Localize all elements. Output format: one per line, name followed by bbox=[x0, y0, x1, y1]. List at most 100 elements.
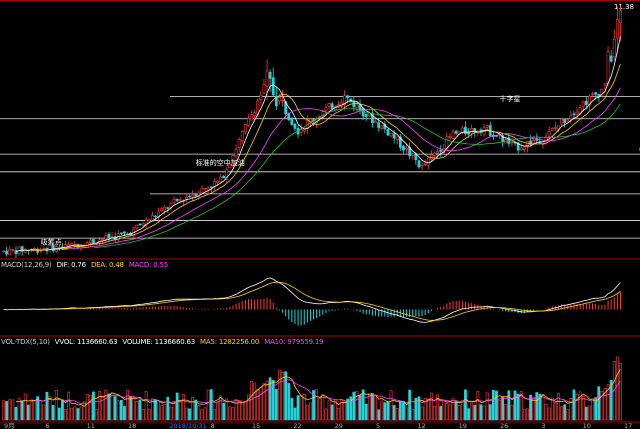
candle-body bbox=[553, 127, 557, 129]
volume-bar bbox=[467, 408, 470, 421]
volume-bar bbox=[234, 398, 238, 421]
x-axis-label: 8 bbox=[211, 422, 215, 429]
volume-bar bbox=[479, 404, 483, 421]
volume-bar bbox=[457, 405, 461, 421]
candle-body bbox=[609, 55, 613, 62]
candle-body bbox=[433, 152, 436, 156]
volume-bar bbox=[383, 402, 387, 421]
candle-body bbox=[603, 83, 607, 86]
candle-body bbox=[119, 232, 123, 234]
x-axis-labels: 9月 6 11 18 2018/10/31 8 15 22 29 5 12 19 26 3 10 17 bbox=[4, 422, 632, 429]
volume-bar bbox=[23, 393, 27, 421]
volume-bar bbox=[45, 391, 49, 421]
candle-body bbox=[234, 148, 238, 157]
x-axis-label: 6 bbox=[45, 422, 49, 429]
candle-body bbox=[92, 239, 95, 243]
volume-bar bbox=[336, 408, 340, 421]
volume-bar bbox=[228, 406, 232, 421]
candle-body bbox=[222, 175, 226, 179]
candle-body bbox=[612, 38, 616, 58]
volume-bar bbox=[278, 369, 281, 421]
volume-bar bbox=[5, 401, 9, 421]
candle-body bbox=[364, 114, 368, 117]
volume-bar bbox=[615, 356, 619, 421]
candle-body bbox=[33, 247, 36, 250]
candle-body bbox=[324, 107, 328, 111]
volume-bar bbox=[560, 406, 563, 421]
x-axis-label: 29 bbox=[335, 422, 343, 429]
volume-bar bbox=[256, 388, 260, 421]
candle-body bbox=[563, 118, 567, 124]
candle-body bbox=[389, 133, 393, 137]
volume-bar bbox=[544, 404, 548, 421]
candle-body bbox=[169, 202, 173, 208]
volume-bar bbox=[79, 406, 83, 421]
candle-body bbox=[299, 129, 303, 133]
volume-bar bbox=[491, 390, 495, 421]
candle-body bbox=[386, 129, 390, 136]
candle-body bbox=[175, 198, 179, 201]
candle-body bbox=[160, 208, 164, 211]
ma-line-30 bbox=[93, 103, 621, 249]
candle-body bbox=[411, 153, 415, 156]
x-axis-label: 18 bbox=[128, 422, 136, 429]
volume-bar bbox=[11, 399, 15, 421]
candle-body bbox=[594, 92, 598, 95]
candle-body bbox=[250, 114, 253, 121]
candle-body bbox=[101, 239, 105, 241]
stock-chart: 标准的空中加油中国队1红三兵吸筹点十字星 9月611182018/10/3181… bbox=[0, 0, 640, 429]
volume-bar bbox=[588, 405, 591, 421]
volume-bar bbox=[516, 393, 520, 421]
volume-bar bbox=[175, 392, 179, 421]
volume-bar bbox=[163, 403, 167, 421]
volume-bar bbox=[473, 404, 477, 421]
volume-bar bbox=[33, 400, 36, 421]
volume-bar bbox=[231, 407, 235, 421]
volume-bar bbox=[113, 396, 117, 421]
candle-body bbox=[405, 148, 408, 150]
candle-body bbox=[206, 187, 210, 191]
volume-bar bbox=[364, 403, 368, 421]
volume-bar bbox=[51, 405, 55, 421]
volume-bar bbox=[619, 363, 622, 421]
annotation-3: 吸筹点 bbox=[41, 238, 62, 247]
candle-body bbox=[237, 139, 241, 148]
volume-bar bbox=[380, 400, 384, 421]
candle-body bbox=[439, 149, 443, 152]
volume-bar bbox=[293, 407, 297, 421]
volume-bar bbox=[8, 399, 12, 421]
volume-bar bbox=[64, 409, 67, 421]
macd-indicator bbox=[3, 277, 621, 326]
volume-bar bbox=[250, 380, 253, 421]
volume-bar bbox=[57, 407, 61, 421]
annotation-4: 十字星 bbox=[500, 94, 521, 103]
volume-bar bbox=[290, 397, 294, 421]
volume-bar bbox=[172, 402, 176, 421]
volume-bar bbox=[178, 401, 182, 421]
candle-body bbox=[451, 131, 455, 139]
volume-bar bbox=[129, 396, 133, 421]
x-axis-label: 19 bbox=[459, 422, 467, 429]
volume-bar bbox=[259, 387, 263, 421]
candle-body bbox=[448, 136, 452, 139]
x-axis-label: 11 bbox=[87, 422, 95, 429]
candle-body bbox=[42, 248, 46, 250]
volume-bar bbox=[281, 371, 284, 421]
volume-bar bbox=[330, 404, 334, 421]
volume-bar bbox=[392, 405, 396, 421]
candle-body bbox=[550, 128, 554, 131]
x-axis-label: 10 bbox=[583, 422, 591, 429]
volume-bar bbox=[448, 403, 452, 421]
volume-bar bbox=[209, 389, 213, 421]
volume-bar bbox=[219, 395, 222, 421]
x-axis-label: 17 bbox=[624, 422, 632, 429]
candle-body bbox=[519, 147, 523, 150]
candle-body bbox=[510, 141, 514, 144]
candle-body bbox=[591, 93, 594, 96]
volume-bar bbox=[169, 406, 173, 421]
volume-bar bbox=[361, 389, 365, 421]
volume-bar bbox=[535, 392, 539, 421]
volume-bar bbox=[526, 408, 529, 421]
volume-bar bbox=[454, 401, 458, 421]
volume-bar bbox=[73, 406, 77, 421]
